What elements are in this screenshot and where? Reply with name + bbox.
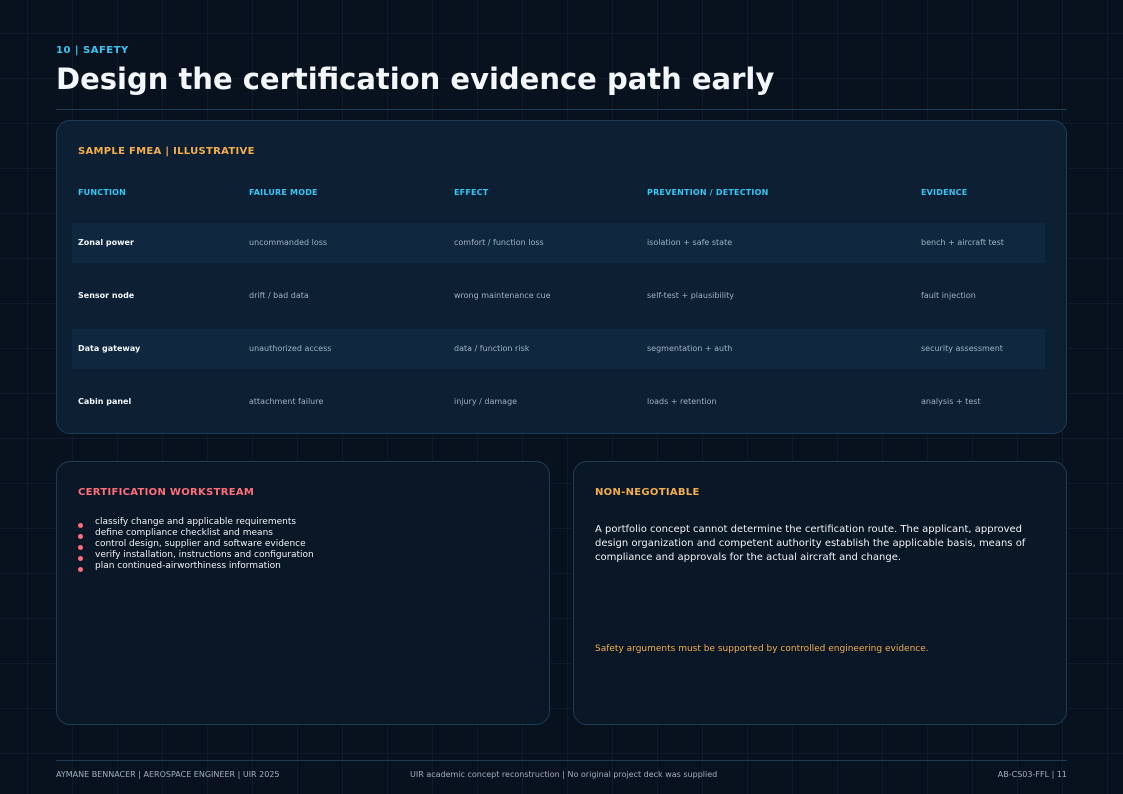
section-kicker: 10 | SAFETY [56,45,129,56]
fmea-table-header: FUNCTION FAILURE MODE EFFECT PREVENTION … [72,188,1045,202]
cell-effect: wrong maintenance cue [454,291,551,300]
cell-evidence: security assessment [921,344,1003,353]
list-item-text: verify installation, instructions and co… [95,550,314,560]
footer-author: AYMANE BENNACER | AEROSPACE ENGINEER | U… [56,770,280,779]
list-item-text: control design, supplier and software ev… [95,539,306,549]
list-item: define compliance checklist and means [78,528,314,539]
title-divider [56,109,1067,110]
cell-effect: comfort / function loss [454,238,544,247]
table-row: Data gateway unauthorized access data / … [72,329,1045,369]
column-header-failure-mode: FAILURE MODE [249,188,318,197]
list-item-text: plan continued-airworthiness information [95,561,281,571]
column-header-evidence: EVIDENCE [921,188,968,197]
cell-function: Zonal power [78,238,134,247]
column-header-effect: EFFECT [454,188,489,197]
cell-function: Cabin panel [78,397,132,406]
cell-effect: data / function risk [454,344,530,353]
cell-evidence: fault injection [921,291,976,300]
list-item: verify installation, instructions and co… [78,550,314,561]
cell-failure-mode: unauthorized access [249,344,332,353]
column-header-prevention-detection: PREVENTION / DETECTION [647,188,769,197]
list-item-text: classify change and applicable requireme… [95,517,297,527]
page-title: Design the certification evidence path e… [56,62,775,96]
bullet-dot-icon [78,567,83,572]
certification-list: classify change and applicable requireme… [78,517,314,572]
cell-effect: injury / damage [454,397,518,406]
cell-prevention-detection: self-test + plausibility [647,291,735,300]
safety-note: Safety arguments must be supported by co… [595,644,929,654]
cell-evidence: analysis + test [921,397,981,406]
non-negotiable-panel: NON-NEGOTIABLE A portfolio concept canno… [573,461,1067,725]
fmea-panel: SAMPLE FMEA | ILLUSTRATIVE FUNCTION FAIL… [56,120,1067,434]
certification-title: CERTIFICATION WORKSTREAM [78,487,255,498]
cell-function: Sensor node [78,291,135,300]
list-item-text: define compliance checklist and means [95,528,273,538]
column-header-function: FUNCTION [78,188,127,197]
cell-failure-mode: attachment failure [249,397,324,406]
list-item: control design, supplier and software ev… [78,539,314,550]
fmea-title: SAMPLE FMEA | ILLUSTRATIVE [78,146,255,157]
non-negotiable-body: A portfolio concept cannot determine the… [595,524,1026,563]
cell-prevention-detection: segmentation + auth [647,344,733,353]
non-negotiable-title: NON-NEGOTIABLE [595,487,700,498]
table-row: Zonal power uncommanded loss comfort / f… [72,223,1045,263]
cell-failure-mode: uncommanded loss [249,238,328,247]
list-item: classify change and applicable requireme… [78,517,314,528]
cell-evidence: bench + aircraft test [921,238,1004,247]
cell-prevention-detection: isolation + safe state [647,238,733,247]
certification-workstream-panel: CERTIFICATION WORKSTREAM classify change… [56,461,550,725]
cell-function: Data gateway [78,344,141,353]
list-item: plan continued-airworthiness information [78,561,314,572]
cell-failure-mode: drift / bad data [249,291,309,300]
footer-divider [56,760,1067,761]
footer-page-number: AB-CS03-FFL | 11 [997,770,1067,779]
table-row: Sensor node drift / bad data wrong maint… [72,276,1045,316]
footer-disclaimer: UIR academic concept reconstruction | No… [410,770,718,779]
cell-prevention-detection: loads + retention [647,397,717,406]
table-row: Cabin panel attachment failure injury / … [72,382,1045,422]
